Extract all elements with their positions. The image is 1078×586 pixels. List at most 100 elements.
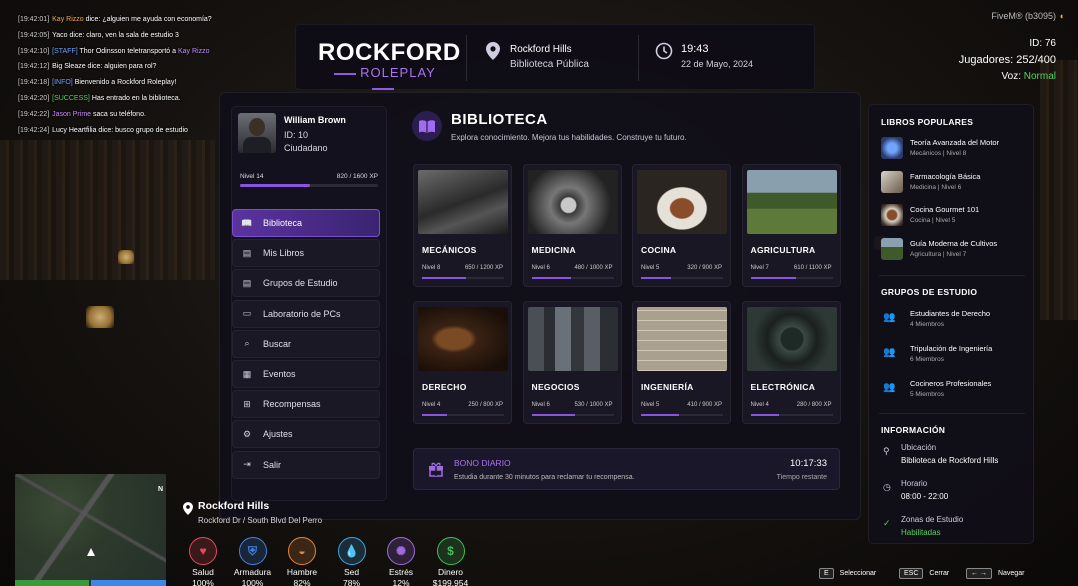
logo-title: ROCKFORD bbox=[318, 39, 461, 66]
minimap-armor-bar bbox=[91, 580, 166, 586]
library-panel: William Brown ID: 10 Ciudadano Nivel 14 82… bbox=[219, 92, 861, 520]
category-progress-bar bbox=[422, 277, 504, 279]
background-lamp bbox=[118, 250, 134, 264]
bonus-title: BONO DIARIO bbox=[454, 458, 511, 468]
group-name[interactable]: Cocineros Profesionales bbox=[910, 379, 991, 388]
category-level: Nivel 4 bbox=[422, 402, 441, 408]
stat-sed-icon: 💧 bbox=[337, 537, 366, 565]
info-label: Ubicación bbox=[901, 443, 937, 452]
chat-log: [19:42:01] Kay Rizzo dice: ¿alguien me ay… bbox=[18, 12, 212, 138]
sidebar-item-label: Buscar bbox=[263, 338, 292, 349]
stat-label: Sed 78% bbox=[342, 567, 360, 586]
category-card-gavel[interactable]: DERECHO Nivel 4 250 / 800 XP bbox=[413, 301, 512, 424]
chat-line: [19:42:12] Big Sleaze dice: alguien para … bbox=[18, 63, 157, 71]
info-title: INFORMACIÓN bbox=[881, 425, 946, 435]
minimap: N bbox=[15, 474, 166, 586]
category-card-chip[interactable]: ELECTRÓNICA Nivel 4 280 / 800 XP bbox=[741, 301, 841, 424]
category-level: Nivel 5 bbox=[641, 265, 660, 271]
player-level: Nivel 14 820 / 1600 XP bbox=[240, 173, 378, 180]
sidebar-item-label: Salir bbox=[263, 459, 282, 470]
sidebar-item-label: Mis Libros bbox=[263, 248, 305, 259]
sidebar-item-recompensas[interactable]: ⊞ Recompensas bbox=[232, 390, 380, 419]
key-hint: ← → Navegar bbox=[966, 568, 1024, 579]
category-xp: 610 / 1100 XP bbox=[793, 265, 832, 271]
book-meta: Agricultura | Nivel 7 bbox=[910, 250, 967, 258]
book-cover[interactable] bbox=[881, 237, 903, 260]
player-count: Jugadores: 252/400 bbox=[958, 54, 1056, 66]
category-card-tractor[interactable]: AGRICULTURA Nivel 7 610 / 1100 XP bbox=[741, 164, 841, 287]
category-level: Nivel 8 bbox=[422, 265, 441, 271]
sidebar-item-label: Recompensas bbox=[263, 399, 321, 410]
info-label: Horario bbox=[901, 479, 928, 488]
sidebar-item-biblioteca[interactable]: 📖 Biblioteca bbox=[232, 209, 380, 237]
sidebar-item-salir[interactable]: ⇥ Salir bbox=[232, 450, 380, 479]
category-card-buildings[interactable]: NEGOCIOS Nivel 6 530 / 1000 XP bbox=[522, 301, 622, 424]
category-xp: 530 / 1000 XP bbox=[574, 402, 613, 408]
category-progress-bar bbox=[641, 277, 723, 279]
group-icon: 👥 bbox=[883, 347, 896, 358]
book-cover[interactable] bbox=[881, 170, 903, 193]
sidebar-item-grupos-de-estudio[interactable]: ▤ Grupos de Estudio bbox=[232, 269, 380, 298]
book-title[interactable]: Cocina Gourmet 101 bbox=[910, 205, 979, 214]
stat-estrs-icon: ✺ bbox=[387, 537, 415, 565]
category-image bbox=[527, 307, 618, 371]
chat-line: [19:42:18] [INFO] Bienvenido a Rockford R… bbox=[18, 79, 177, 87]
category-progress-bar bbox=[531, 414, 614, 416]
street-pin-icon bbox=[183, 502, 193, 515]
book-icon: 📖 bbox=[241, 217, 253, 228]
stat-dinero-icon: $ bbox=[436, 537, 465, 565]
chat-line: [19:42:20] [SUCCESS] Has entrado en la bi… bbox=[18, 94, 181, 102]
category-level: Nivel 7 bbox=[750, 265, 769, 271]
book-title[interactable]: Teoría Avanzada del Motor bbox=[910, 138, 999, 147]
category-xp: 280 / 800 XP bbox=[796, 402, 832, 408]
sidebar-item-mis-libros[interactable]: ▤ Mis Libros bbox=[232, 239, 380, 268]
study-groups-title: GRUPOS DE ESTUDIO bbox=[881, 287, 978, 297]
sidebar-item-laboratorio-de-pcs[interactable]: ▭ Laboratorio de PCs bbox=[232, 299, 380, 328]
category-card-blueprint[interactable]: INGENIERÍA Nivel 5 410 / 900 XP bbox=[632, 301, 731, 424]
category-card-food[interactable]: COCINA Nivel 5 320 / 900 XP bbox=[632, 164, 731, 287]
check-circle-icon: ✓ bbox=[883, 518, 891, 528]
background-lamp bbox=[86, 306, 114, 328]
sidebar-item-ajustes[interactable]: ⚙ Ajustes bbox=[232, 420, 380, 449]
group-members: 4 Miembros bbox=[910, 321, 944, 328]
category-image bbox=[746, 170, 837, 234]
book-cover[interactable] bbox=[881, 137, 903, 159]
location-pin-icon bbox=[486, 42, 500, 60]
player-marker-icon bbox=[87, 548, 95, 556]
stat-label: Hambre 82% bbox=[286, 567, 318, 586]
exit-icon: ⇥ bbox=[243, 459, 251, 470]
right-panel: LIBROS POPULARES GRUPOS DE ESTUDIO INFOR… bbox=[868, 104, 1034, 544]
category-image bbox=[418, 170, 508, 234]
library-title: BIBLIOTECA bbox=[451, 111, 548, 128]
sidebar-item-label: Ajustes bbox=[263, 429, 293, 440]
category-progress-bar bbox=[641, 414, 723, 416]
voice-status: Voz: Normal bbox=[1001, 71, 1056, 82]
stat-label: Dinero $199,954 bbox=[432, 567, 469, 586]
category-card-stethoscope[interactable]: MEDICINA Nivel 6 480 / 1000 XP bbox=[522, 164, 622, 287]
street-area: Rockford Hills bbox=[198, 500, 270, 512]
fivem-build: FiveM® (b3095) ◖ bbox=[991, 11, 1064, 21]
background-shelf-right bbox=[1040, 60, 1078, 320]
sidebar-item-label: Biblioteca bbox=[263, 218, 303, 228]
category-name: MEDICINA bbox=[531, 245, 576, 255]
sidebar-item-buscar[interactable]: ⌕ Buscar bbox=[232, 329, 380, 358]
book-title[interactable]: Guía Moderna de Cultivos bbox=[910, 239, 997, 248]
group-name[interactable]: Tripulación de Ingeniería bbox=[910, 344, 992, 353]
info-value: Biblioteca de Rockford Hills bbox=[901, 456, 999, 465]
category-name: INGENIERÍA bbox=[641, 382, 694, 392]
category-card-engine[interactable]: MECÁNICOS Nivel 8 650 / 1200 XP bbox=[413, 164, 512, 287]
category-progress-bar bbox=[531, 277, 614, 279]
book-cover[interactable] bbox=[881, 204, 903, 226]
category-level: Nivel 6 bbox=[531, 402, 550, 408]
sidebar-item-eventos[interactable]: ▦ Eventos bbox=[232, 360, 380, 388]
bonus-description: Estudia durante 30 minutos para reclamar… bbox=[454, 474, 635, 481]
category-xp: 480 / 1000 XP bbox=[574, 265, 613, 271]
group-name[interactable]: Estudiantes de Derecho bbox=[910, 309, 990, 318]
book-title[interactable]: Farmacología Básica bbox=[910, 172, 980, 181]
level-progress-bar bbox=[240, 184, 378, 187]
chat-line: [19:42:05] Yaco dice: claro, ven la sala … bbox=[18, 31, 179, 39]
category-level: Nivel 6 bbox=[531, 265, 550, 271]
daily-bonus[interactable]: BONO DIARIO Estudia durante 30 minutos p… bbox=[413, 448, 840, 490]
stat-label: Salud 100% bbox=[192, 567, 214, 586]
group-icon: 👥 bbox=[883, 312, 896, 323]
